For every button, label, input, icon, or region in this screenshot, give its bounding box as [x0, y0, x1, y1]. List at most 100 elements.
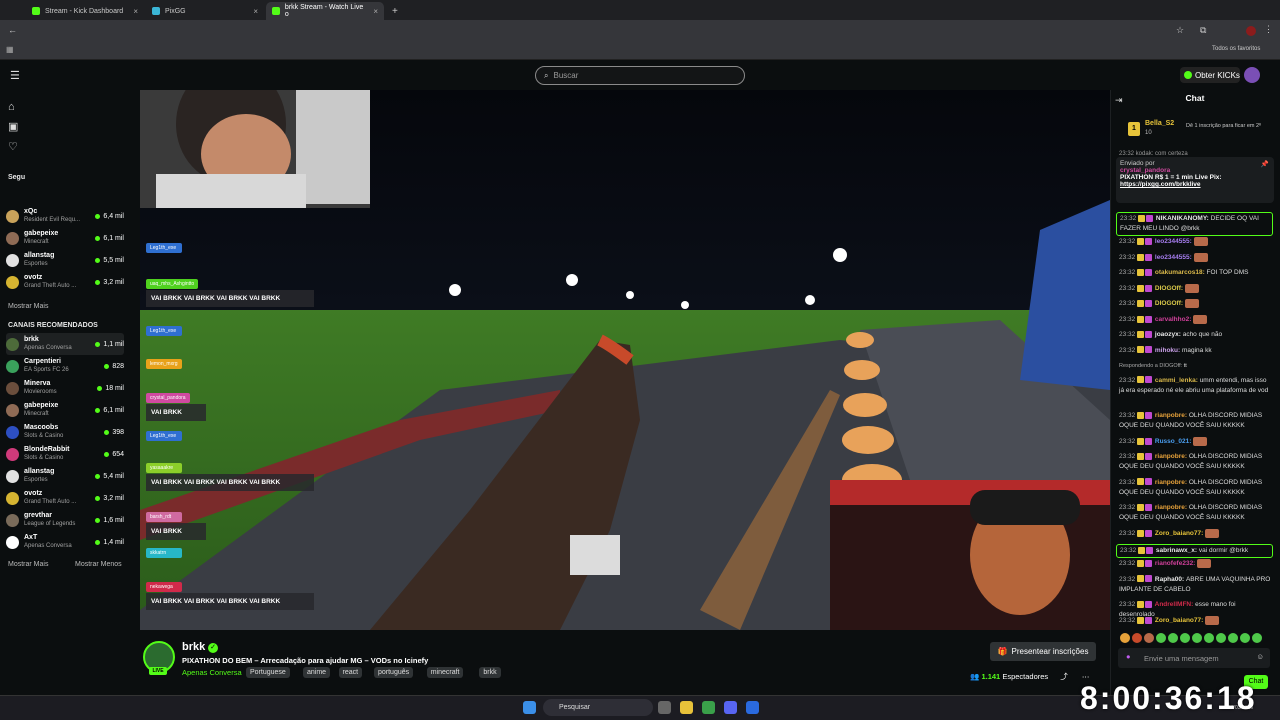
chat-username[interactable]: leo2344555:: [1153, 238, 1193, 245]
sidebar-channel[interactable]: ovotz Grand Theft Auto ... 3,2 mil: [6, 271, 124, 293]
chat-username[interactable]: cammi_lenka:: [1153, 377, 1200, 384]
emote-icon[interactable]: [1132, 633, 1142, 643]
emote-icon[interactable]: [1204, 633, 1214, 643]
menu-icon[interactable]: ⋮: [1264, 24, 1273, 35]
sidebar-channel[interactable]: allanstag Esportes 5,5 mil: [6, 249, 124, 271]
chat-username[interactable]: carvalhho2:: [1153, 316, 1193, 323]
emote-icon[interactable]: [1120, 633, 1130, 643]
user-badge-icon: [1145, 411, 1153, 419]
emote-icon[interactable]: [1228, 633, 1238, 643]
chat-username[interactable]: sabrinawx_x:: [1154, 547, 1199, 554]
chat-username[interactable]: NIKANIKANOMY:: [1154, 215, 1211, 222]
emote-icon[interactable]: [1216, 633, 1226, 643]
sidebar-channel[interactable]: ovotz Grand Theft Auto ... 3,2 mil: [6, 487, 124, 509]
chat-username[interactable]: rianpobre:: [1153, 412, 1189, 419]
chat-username[interactable]: mihoku:: [1153, 347, 1182, 354]
chat-username[interactable]: Respondendo a DIOGOff:: [1119, 363, 1184, 369]
discord-icon[interactable]: [724, 701, 737, 714]
user-avatar[interactable]: [1244, 67, 1260, 83]
show-more-link[interactable]: Mostrar Mais: [8, 561, 48, 568]
chat-username[interactable]: Russo_021:: [1153, 438, 1193, 445]
gift-subs-button[interactable]: 🎁 Presentear inscrições: [990, 642, 1096, 661]
app-icon[interactable]: [746, 701, 759, 714]
stream-tag[interactable]: português: [374, 667, 414, 678]
emoji-icon[interactable]: ☺: [1256, 652, 1264, 661]
chat-username[interactable]: rianpobre:: [1153, 479, 1189, 486]
chat-username[interactable]: rianpobre:: [1153, 504, 1189, 511]
chat-username[interactable]: otakumarcos18:: [1153, 269, 1206, 276]
chat-username[interactable]: rianpobre:: [1153, 453, 1189, 460]
show-more-link[interactable]: Mostrar Mais: [8, 303, 48, 310]
stream-category[interactable]: Apenas Conversa: [182, 668, 242, 677]
search-input[interactable]: ⌕ Buscar: [535, 66, 745, 85]
pin-icon[interactable]: 📌: [1261, 160, 1269, 168]
sidebar-channel[interactable]: Mascoobs Slots & Casino 398: [6, 421, 124, 443]
chat-username[interactable]: AndrellMFN:: [1153, 601, 1195, 608]
emote-icon[interactable]: [1156, 633, 1166, 643]
task-view-icon[interactable]: [658, 701, 671, 714]
star-icon[interactable]: ☆: [1176, 25, 1184, 36]
browser-tab[interactable]: Stream - Kick Dashboard ×: [26, 2, 144, 20]
profile-avatar[interactable]: [1246, 26, 1256, 36]
chat-username[interactable]: leo2344555:: [1153, 254, 1193, 261]
browse-icon[interactable]: ▣: [8, 121, 20, 133]
sidebar-channel[interactable]: Minerva Movierooms 18 mil: [6, 377, 124, 399]
following-icon[interactable]: ♡: [8, 141, 20, 153]
sidebar-channel[interactable]: gabepeixe Minecraft 6,1 mil: [6, 227, 124, 249]
chat-username[interactable]: joaozyx:: [1153, 331, 1183, 338]
show-less-link[interactable]: Mostrar Menos: [75, 561, 122, 568]
close-icon[interactable]: ×: [133, 7, 138, 16]
emote-icon[interactable]: [1168, 633, 1178, 643]
sidebar-channel[interactable]: gabepeixe Minecraft 6,1 mil: [6, 399, 124, 421]
sidebar-channel[interactable]: xQc Resident Evil Requ... 6,4 mil: [6, 205, 124, 227]
chat-time: 23:32: [1119, 616, 1138, 624]
chat-username[interactable]: Zoro_baiano77:: [1153, 530, 1205, 537]
emote-icon[interactable]: [1144, 633, 1154, 643]
chat-input[interactable]: ● Envie uma mensagem ☺: [1118, 648, 1270, 668]
video-player[interactable]: Leg1th_exe uaq_mhs_Ashgintto VAI BRKK VAI …: [140, 90, 1110, 630]
sidebar-channel[interactable]: grevthar League of Legends 1,6 mil: [6, 509, 124, 531]
sidebar-channel[interactable]: Carpentieri EA Sports FC 26 828: [6, 355, 124, 377]
back-icon[interactable]: ←: [8, 25, 17, 35]
browser-tab-active[interactable]: brkk Stream - Watch Live o ×: [266, 2, 384, 20]
stream-tag[interactable]: minecraft: [426, 667, 464, 678]
streamer-name[interactable]: brkk: [182, 641, 205, 653]
emote-icon[interactable]: [1192, 633, 1202, 643]
share-icon[interactable]: ⤴: [1060, 672, 1068, 681]
stream-tag[interactable]: anime: [303, 667, 331, 678]
bookmarks-folder[interactable]: Todos os favoritos: [1212, 46, 1260, 52]
close-icon[interactable]: ×: [373, 7, 378, 16]
emote-icon[interactable]: [1252, 633, 1262, 643]
chat-username[interactable]: DIOGOff:: [1153, 285, 1185, 292]
close-icon[interactable]: ×: [253, 7, 258, 16]
sidebar-channel[interactable]: AxT Apenas Conversa 1,4 mil: [6, 531, 124, 553]
new-tab-icon[interactable]: +: [392, 6, 398, 17]
taskbar-search[interactable]: Pesquisar: [543, 699, 653, 716]
chat-username[interactable]: DIOGOff:: [1153, 300, 1185, 307]
windows-start-icon[interactable]: [523, 701, 536, 714]
chat-username[interactable]: rianofefe232:: [1153, 560, 1197, 567]
mic-icon[interactable]: ●: [1126, 652, 1131, 661]
get-kicks-button[interactable]: Obter KICKs: [1180, 67, 1240, 83]
chat-username[interactable]: Rapha00:: [1153, 576, 1186, 583]
apps-icon[interactable]: ▦: [6, 45, 14, 54]
stream-tag[interactable]: react: [338, 667, 363, 678]
chat-username[interactable]: Zoro_baiano77:: [1153, 617, 1205, 624]
pinned-link[interactable]: https://pixgg.com/brkklive: [1120, 181, 1270, 188]
file-explorer-icon[interactable]: [680, 701, 693, 714]
sidebar-channel[interactable]: allanstag Esportes 5,4 mil: [6, 465, 124, 487]
browser-tab[interactable]: PixGG ×: [146, 2, 264, 20]
home-icon[interactable]: ⌂: [8, 101, 20, 113]
emote-icon[interactable]: [1180, 633, 1190, 643]
emote-icon[interactable]: [1240, 633, 1250, 643]
sidebar-channel[interactable]: brkk Apenas Conversa 1,1 mil: [6, 333, 124, 355]
address-bar[interactable]: ← ☆ ⧉ ⋮: [0, 20, 1280, 42]
extensions-icon[interactable]: ⧉: [1200, 25, 1206, 36]
chat-message: 23:32 Rapha00: ABRE UMA VAQUINHA PRO IMP…: [1119, 575, 1273, 595]
sidebar-channel[interactable]: BlondeRabbit Slots & Casino 654: [6, 443, 124, 465]
emote-bar[interactable]: [1120, 633, 1275, 645]
chrome-icon[interactable]: [702, 701, 715, 714]
stream-tag[interactable]: brkk: [479, 667, 501, 678]
stream-tag[interactable]: Portuguese: [246, 667, 290, 678]
hamburger-menu-icon[interactable]: ☰: [10, 69, 20, 82]
